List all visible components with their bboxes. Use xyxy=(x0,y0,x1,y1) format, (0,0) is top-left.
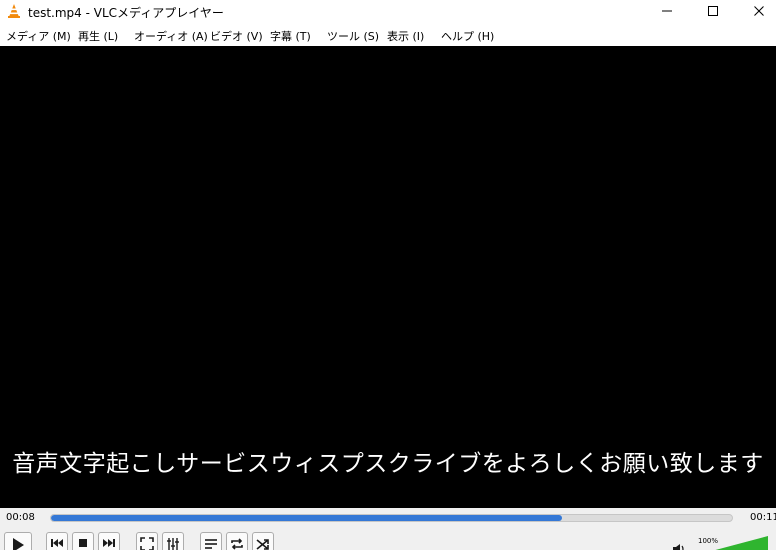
menu-bar: メディア (M) 再生 (L) オーディオ (A) ビデオ (V) 字幕 (T)… xyxy=(0,25,776,45)
menu-audio[interactable]: オーディオ (A) xyxy=(134,28,208,44)
next-button[interactable] xyxy=(98,532,120,550)
video-output[interactable]: 音声文字起こしサービスウィスプスクライブをよろしくお願い致します xyxy=(0,46,776,508)
fullscreen-icon xyxy=(140,537,154,550)
window-title: test.mp4 - VLCメディアプレイヤー xyxy=(28,6,224,20)
stop-button[interactable] xyxy=(72,532,94,550)
control-bar: 100% xyxy=(0,528,776,550)
menu-playback[interactable]: 再生 (L) xyxy=(78,28,118,44)
menu-view[interactable]: 表示 (I) xyxy=(387,28,424,44)
playlist-icon xyxy=(204,537,218,550)
volume-fill xyxy=(715,536,768,550)
menu-video[interactable]: ビデオ (V) xyxy=(210,28,263,44)
subtitle-text: 音声文字起こしサービスウィスプスクライブをよろしくお願い致します xyxy=(12,451,764,477)
elapsed-time: 00:08 xyxy=(6,512,35,523)
play-button[interactable] xyxy=(4,532,32,550)
loop-icon xyxy=(230,537,244,550)
vlc-window: test.mp4 - VLCメディアプレイヤー メディア (M) 再生 (L) … xyxy=(0,0,776,550)
title-bar: test.mp4 - VLCメディアプレイヤー xyxy=(0,0,776,24)
skip-next-icon xyxy=(102,537,116,549)
seek-slider[interactable] xyxy=(50,514,733,522)
menu-media[interactable]: メディア (M) xyxy=(6,28,71,44)
previous-button[interactable] xyxy=(46,532,68,550)
extended-settings-icon xyxy=(166,537,180,550)
volume-slider[interactable] xyxy=(708,536,768,550)
seek-progress-fill xyxy=(51,515,562,521)
extended-settings-button[interactable] xyxy=(162,532,184,550)
maximize-icon xyxy=(707,5,719,17)
stop-icon xyxy=(77,537,89,549)
maximize-button[interactable] xyxy=(690,0,736,22)
menu-subtitle[interactable]: 字幕 (T) xyxy=(270,28,311,44)
shuffle-icon xyxy=(256,537,270,550)
speaker-icon[interactable] xyxy=(672,540,686,550)
close-icon xyxy=(753,5,765,17)
minimize-icon xyxy=(661,5,673,17)
playlist-button[interactable] xyxy=(200,532,222,550)
menu-help[interactable]: ヘルプ (H) xyxy=(441,28,494,44)
close-button[interactable] xyxy=(736,0,776,22)
minimize-button[interactable] xyxy=(644,0,690,22)
vlc-cone-icon xyxy=(6,3,22,19)
skip-previous-icon xyxy=(50,537,64,549)
fullscreen-button[interactable] xyxy=(136,532,158,550)
seek-row: 00:08 00:11 xyxy=(0,508,776,528)
total-time[interactable]: 00:11 xyxy=(750,512,776,523)
play-icon xyxy=(11,537,25,550)
menu-tools[interactable]: ツール (S) xyxy=(327,28,379,44)
loop-button[interactable] xyxy=(226,532,248,550)
shuffle-button[interactable] xyxy=(252,532,274,550)
